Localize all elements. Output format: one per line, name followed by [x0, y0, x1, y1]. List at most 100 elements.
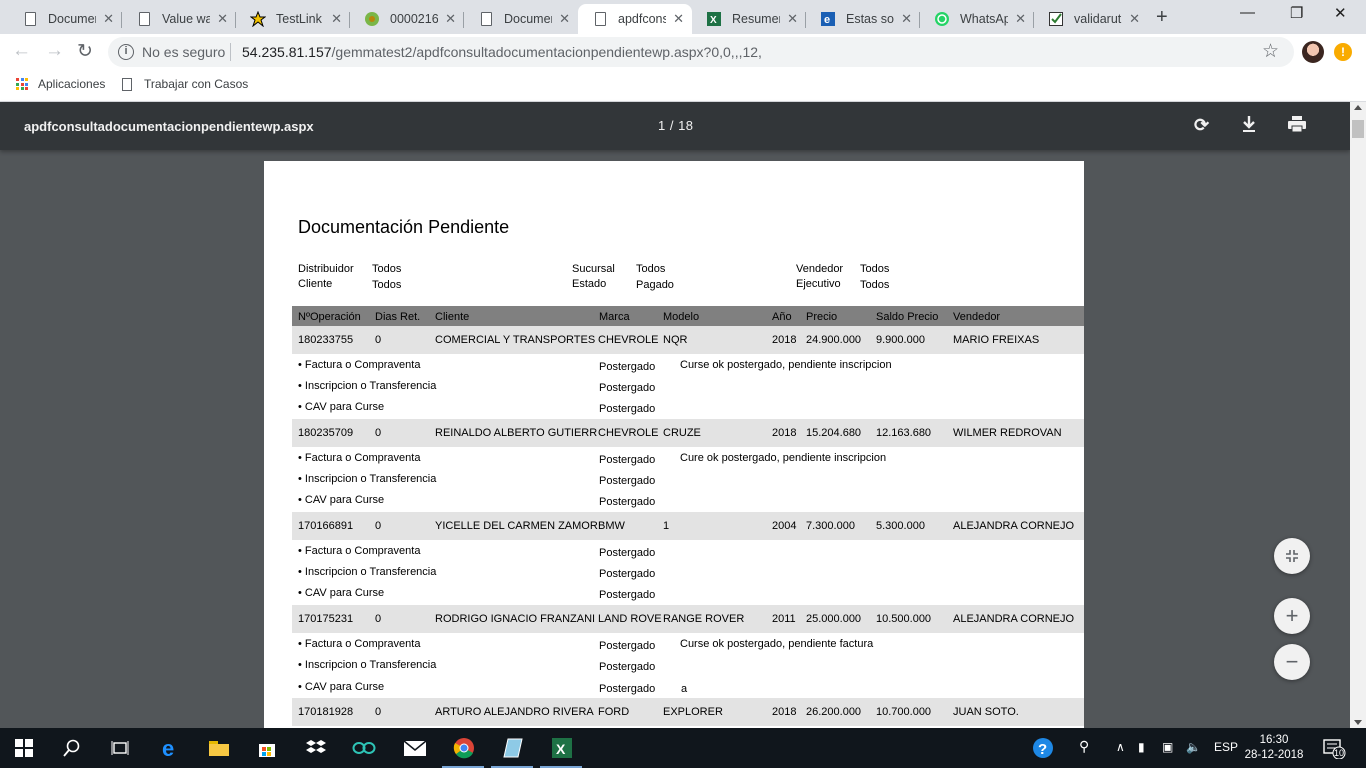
testlink-icon: [250, 11, 266, 27]
close-icon[interactable]: ✕: [1129, 11, 1140, 27]
document-name: • Factura o Compraventa: [298, 452, 421, 464]
browser-tab[interactable]: Value wa ✕: [122, 4, 236, 34]
browser-tab[interactable]: e Estas son ✕: [806, 4, 920, 34]
browser-tab-active[interactable]: apdfcons ✕: [578, 4, 692, 34]
download-icon[interactable]: [1241, 115, 1257, 138]
url-text[interactable]: 54.235.81.157/gemmatest2/apdfconsultadoc…: [242, 44, 762, 60]
column-header: Cliente: [435, 311, 470, 323]
document-status: Postergado: [599, 568, 656, 580]
scroll-thumb[interactable]: [1352, 120, 1364, 138]
column-header: Precio: [806, 311, 838, 323]
zoom-out-button[interactable]: −: [1274, 644, 1310, 680]
cell-cliente: COMERCIAL Y TRANSPORTES S: [435, 334, 598, 346]
cell-dias-ret: 0: [375, 520, 382, 532]
task-view-icon[interactable]: [108, 736, 132, 760]
bookmark-trabajar-con-casos[interactable]: Trabajar con Casos: [122, 77, 248, 91]
close-icon[interactable]: ✕: [559, 11, 570, 27]
table-row: 180233755 0 COMERCIAL Y TRANSPORTES S CH…: [292, 326, 1084, 354]
star-icon[interactable]: ☆: [1262, 40, 1279, 63]
people-icon[interactable]: ⚲: [1079, 738, 1089, 755]
close-icon[interactable]: ✕: [1015, 11, 1026, 27]
store-icon[interactable]: [255, 736, 279, 760]
cell-saldo-precio: 10.700.000: [876, 706, 932, 718]
filter-value: Todos: [860, 279, 890, 291]
cell-precio: 7.300.000: [806, 520, 855, 532]
arduino-icon[interactable]: [352, 736, 376, 760]
filter-label: Distribuidor: [298, 263, 354, 275]
scroll-down-icon[interactable]: [1354, 720, 1362, 725]
fit-to-page-button[interactable]: [1274, 538, 1310, 574]
excel-app-icon[interactable]: X: [550, 736, 574, 760]
page-icon: [122, 77, 132, 91]
scroll-up-icon[interactable]: [1354, 105, 1362, 110]
close-icon[interactable]: ✕: [217, 11, 228, 27]
close-icon[interactable]: ✕: [103, 11, 114, 27]
cell-precio: 15.204.680: [806, 427, 862, 439]
browser-tab[interactable]: Documen ✕: [8, 4, 122, 34]
browser-tab[interactable]: Documen ✕: [464, 4, 578, 34]
forward-button[interactable]: →: [45, 40, 64, 62]
network-icon[interactable]: ▣: [1162, 740, 1173, 754]
bookmark-apps[interactable]: Aplicaciones: [16, 77, 105, 91]
browser-tab[interactable]: 0000216 ✕: [350, 4, 464, 34]
chevron-up-icon[interactable]: ∧: [1116, 740, 1125, 754]
language-indicator[interactable]: ESP: [1214, 740, 1238, 754]
clock[interactable]: 16:30 28-12-2018: [1244, 733, 1304, 763]
list-item: • Inscripcion o Transferencia Postergado: [292, 561, 1084, 582]
update-icon[interactable]: !: [1334, 43, 1352, 61]
close-icon[interactable]: ✕: [901, 11, 912, 27]
cell-vendedor: ALEJANDRA CORNEJO: [953, 613, 1075, 625]
edge-icon[interactable]: e: [159, 736, 183, 760]
mail-icon[interactable]: [403, 736, 427, 760]
info-icon[interactable]: i: [118, 44, 134, 60]
filter-value: Todos: [372, 279, 402, 291]
browser-tab[interactable]: WhatsAp ✕: [920, 4, 1034, 34]
fit-page-icon: [1286, 550, 1298, 562]
cell-operacion: 170166891: [298, 520, 354, 532]
close-icon[interactable]: ✕: [673, 11, 684, 27]
close-window-button[interactable]: ✕: [1334, 4, 1347, 22]
page-indicator[interactable]: 1 / 18: [658, 118, 694, 133]
print-icon[interactable]: [1287, 115, 1307, 138]
browser-tab[interactable]: TestLink ✕: [236, 4, 350, 34]
dropbox-icon[interactable]: [304, 736, 328, 760]
back-button[interactable]: ←: [12, 40, 31, 62]
tab-title: Value wa: [162, 12, 210, 26]
close-icon[interactable]: ✕: [445, 11, 456, 27]
search-icon[interactable]: [60, 736, 84, 760]
address-bar[interactable]: i No es seguro 54.235.81.157/gemmatest2/…: [108, 37, 1294, 67]
new-tab-button[interactable]: +: [1156, 6, 1168, 29]
rotate-icon[interactable]: ⟳: [1194, 115, 1209, 136]
close-icon[interactable]: ✕: [787, 11, 798, 27]
browser-tab[interactable]: validarut ✕: [1034, 4, 1148, 34]
battery-icon[interactable]: ▮: [1138, 740, 1145, 754]
document-name: • CAV para Curse: [298, 494, 385, 506]
cell-ano: 2018: [772, 706, 797, 718]
file-explorer-icon[interactable]: [207, 736, 231, 760]
cell-ano: 2018: [772, 427, 797, 439]
help-icon[interactable]: ?: [1031, 736, 1055, 760]
close-icon[interactable]: ✕: [331, 11, 342, 27]
cell-saldo-precio: 5.300.000: [876, 520, 925, 532]
browser-tab[interactable]: X Resumen ✕: [692, 4, 806, 34]
vertical-scrollbar[interactable]: [1350, 102, 1366, 728]
table-row: 180235709 0 REINALDO ALBERTO GUTIERRE CH…: [292, 419, 1084, 447]
reload-button[interactable]: ↻: [77, 40, 93, 63]
maximize-button[interactable]: ❐: [1290, 4, 1303, 22]
windows-start-icon[interactable]: [12, 736, 36, 760]
bookmarks-bar: Aplicaciones Trabajar con Casos: [0, 70, 1366, 102]
document-name: • Inscripcion o Transferencia: [298, 566, 437, 578]
volume-mute-icon[interactable]: 🔈: [1186, 740, 1201, 754]
security-indicator[interactable]: No es seguro: [142, 44, 225, 60]
chrome-icon[interactable]: [452, 736, 476, 760]
avatar[interactable]: [1302, 41, 1324, 63]
whatsapp-icon: [934, 11, 950, 27]
cell-precio: 24.900.000: [806, 334, 862, 346]
column-header: Vendedor: [953, 311, 1001, 323]
excel-icon: X: [706, 11, 722, 27]
tab-title: 0000216: [390, 12, 438, 26]
notepad-icon[interactable]: [501, 736, 525, 760]
cell-cliente: ARTURO ALEJANDRO RIVERA: [435, 706, 594, 718]
minimize-button[interactable]: —: [1240, 4, 1255, 21]
zoom-in-button[interactable]: +: [1274, 598, 1310, 634]
